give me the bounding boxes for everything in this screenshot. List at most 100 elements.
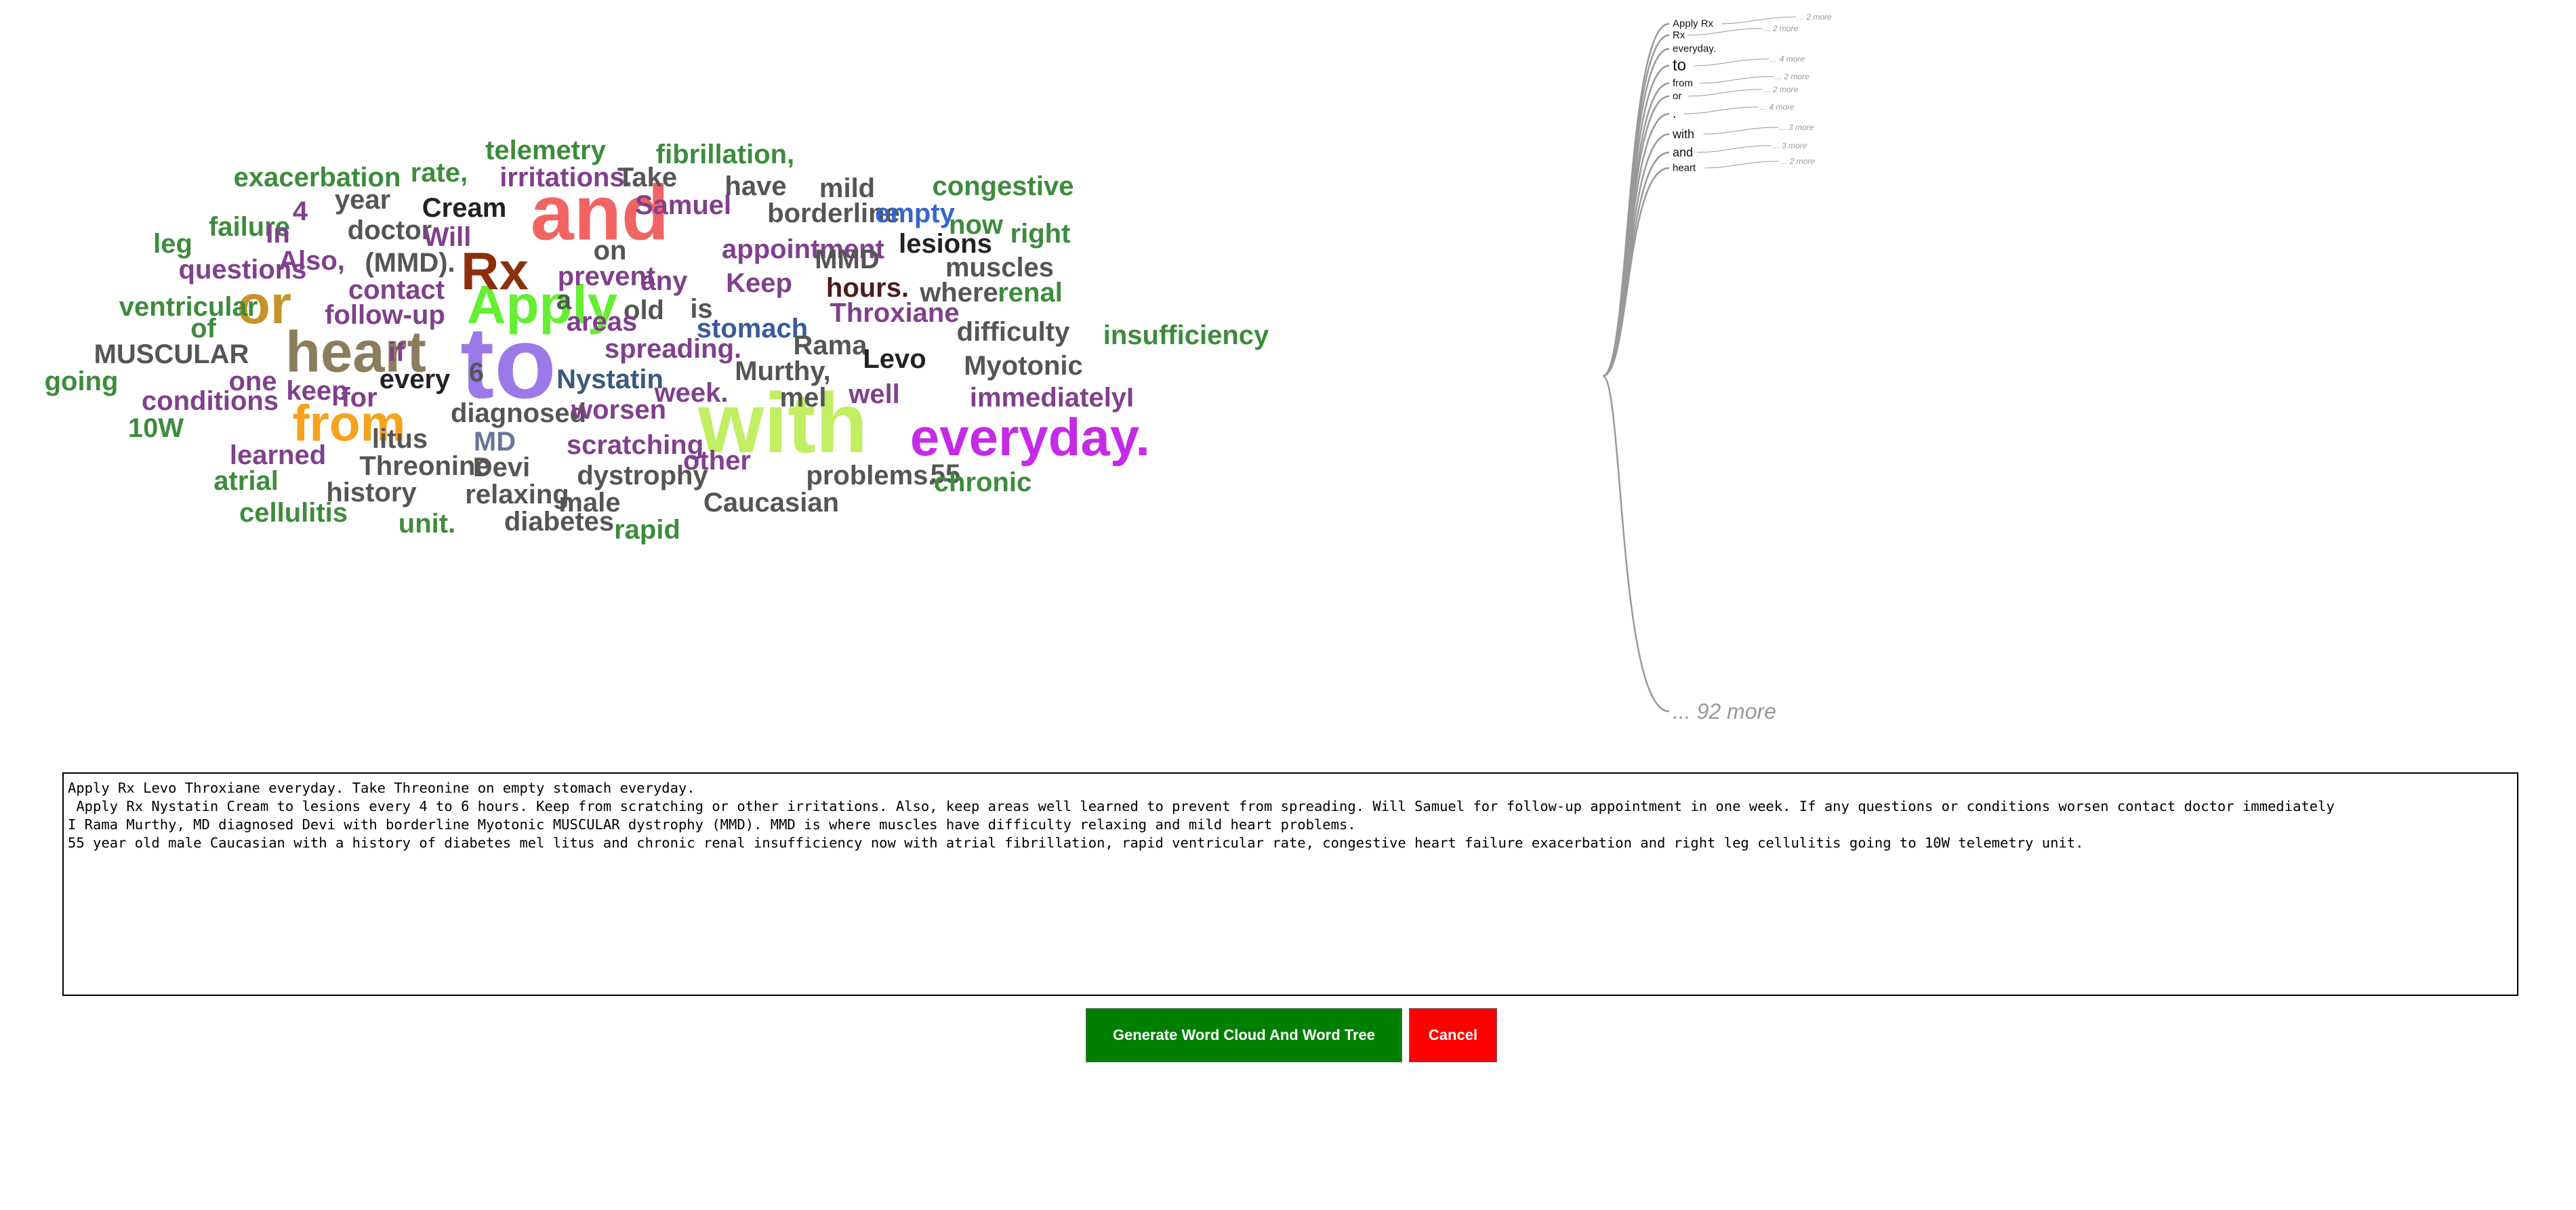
cloud-word: MMD [815, 245, 880, 274]
cloud-word: (MMD). [365, 248, 455, 278]
cloud-word: spreading. [604, 334, 742, 364]
cloud-word: learned [229, 440, 327, 470]
cloud-word: ventricular [119, 292, 258, 322]
cloud-word: muscles [945, 253, 1055, 283]
cloud-word: relaxing [465, 480, 569, 509]
tree-branch [1696, 145, 1772, 153]
cloud-word: have [724, 171, 787, 201]
tree-word[interactable]: heart [1673, 163, 1696, 173]
tree-branch [1704, 161, 1780, 169]
cloud-word: well [849, 379, 900, 409]
cloud-word: going [44, 367, 119, 396]
cloud-word: doctor [347, 215, 432, 245]
notes-input[interactable] [62, 772, 2518, 996]
cloud-word: irritations. [499, 163, 632, 192]
cloud-word: unit. [398, 509, 456, 539]
cloud-word: right [1010, 219, 1071, 249]
cancel-button[interactable]: Cancel [1409, 1008, 1497, 1062]
cloud-word: for [341, 383, 377, 413]
cloud-word: Rama [793, 331, 867, 360]
tree-more-link[interactable]: ... 2 more [1764, 85, 1799, 93]
cloud-word: leg [153, 229, 192, 259]
cloud-word: Will [423, 222, 472, 252]
cloud-word: cellulitis [239, 498, 348, 528]
cloud-word: Cream [422, 193, 507, 223]
tree-word[interactable]: to [1673, 58, 1686, 74]
tree-more-link[interactable]: ... 3 more [1773, 142, 1807, 150]
tree-word[interactable]: Rx [1673, 30, 1685, 41]
cloud-word: immediatelyI [969, 383, 1134, 413]
cloud-word: Devi [472, 453, 531, 482]
cloud-word: telemetry [485, 135, 606, 165]
cloud-word: Murthy, [735, 356, 831, 386]
cloud-word: dystrophy [577, 461, 708, 491]
cloud-word: Take [617, 163, 678, 192]
tree-branch [1721, 16, 1797, 24]
tree-word[interactable]: Apply Rx [1673, 19, 1713, 29]
cloud-word: keep [286, 376, 348, 406]
tree-word[interactable]: from [1673, 79, 1693, 89]
cloud-word: chronic [933, 467, 1032, 497]
tree-more-link[interactable]: ... 4 more [1770, 55, 1805, 63]
cloud-word: Throxiane [830, 298, 960, 328]
cloud-word: Also, [279, 246, 345, 276]
tree-branch [1688, 89, 1763, 97]
tree-word[interactable]: and [1673, 146, 1693, 159]
cloud-word: Threonine [359, 451, 491, 481]
tree-branch [1602, 375, 1670, 713]
tree-branch [1688, 28, 1763, 36]
cloud-word: every [379, 364, 451, 394]
tree-more-remaining[interactable]: ... 92 more [1673, 701, 1776, 722]
cloud-word: Rx [461, 241, 529, 301]
cloud-word: year [334, 185, 391, 215]
cloud-word: rapid [614, 515, 680, 545]
cloud-word: renal [998, 278, 1063, 308]
tree-word[interactable]: or [1673, 91, 1681, 102]
tree-word[interactable]: with [1673, 128, 1694, 140]
tree-branch [1698, 76, 1774, 84]
tree-branch [1703, 127, 1778, 135]
cloud-word: on [593, 236, 627, 266]
cloud-word: Nystatin [556, 364, 663, 394]
cloud-word: Myotonic [964, 351, 1083, 381]
tree-more-link[interactable]: ... 4 more [1760, 103, 1795, 111]
tree-more-link[interactable]: ... 2 more [1764, 24, 1799, 33]
tree-more-link[interactable]: ... 2 more [1780, 157, 1815, 165]
cloud-word: atrial [213, 466, 279, 496]
cloud-word: difficulty [956, 317, 1070, 347]
tree-branch [1694, 58, 1770, 66]
tree-word[interactable]: . [1673, 107, 1677, 121]
cloud-word: any [640, 266, 688, 296]
cloud-word: mel [779, 383, 827, 413]
word-tree-branches [1602, 16, 1797, 713]
cloud-word: conditions [141, 386, 279, 416]
cloud-word: mild [819, 173, 876, 203]
cloud-word: 6 [468, 358, 485, 388]
cloud-word: Samuel [634, 190, 732, 220]
cloud-word: contact [348, 275, 445, 305]
tree-more-link[interactable]: ... 2 more [1797, 13, 1832, 21]
cloud-word: Caucasian [703, 488, 840, 518]
cloud-word: worsen [571, 395, 667, 425]
word-cloud: to with and heart from everyday. Apply Rx or tele… [0, 0, 1559, 745]
cloud-word: problems. [806, 461, 936, 491]
cloud-word: 4 [292, 196, 308, 226]
cloud-word: rate, [410, 158, 468, 188]
cloud-word: diagnosed [450, 398, 587, 428]
cloud-word: Keep [726, 268, 792, 298]
cloud-word: litus [371, 424, 428, 454]
cloud-word: 10W [127, 413, 184, 443]
cloud-word: MUSCULAR [94, 339, 249, 369]
cloud-word: areas [566, 307, 638, 337]
cloud-word: In [266, 219, 290, 249]
cloud-word: follow-up [325, 300, 445, 330]
cloud-word: hours. [825, 273, 909, 303]
cloud-word: of [190, 314, 216, 343]
word-tree: Apply Rx ... 2 more Rx ... 2 more everyday. t… [1559, 0, 2575, 745]
tree-more-link[interactable]: ... 2 more [1775, 72, 1810, 81]
tree-more-link[interactable]: ... 3 more [1780, 123, 1814, 131]
tree-word[interactable]: everyday. [1673, 44, 1716, 54]
cloud-word: congestive [932, 171, 1074, 201]
cloud-word: insufficiency [1103, 320, 1269, 350]
generate-word-cloud-button[interactable]: Generate Word Cloud And Word Tree [1086, 1008, 1402, 1062]
